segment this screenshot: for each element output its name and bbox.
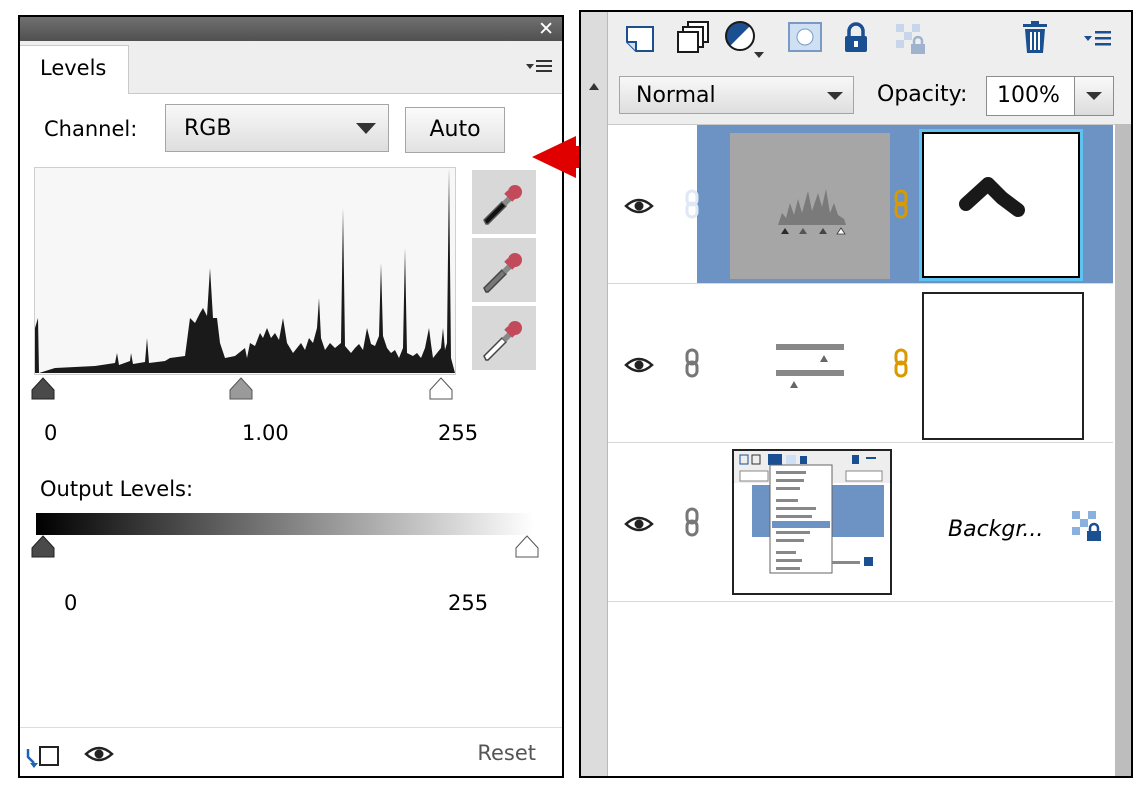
output-black-value[interactable]: 0 <box>64 591 77 615</box>
blend-mode-value: Normal <box>636 83 716 108</box>
histogram-shape <box>35 168 455 373</box>
input-gamma-value[interactable]: 1.00 <box>242 421 289 445</box>
collapse-bar[interactable] <box>581 12 608 776</box>
auto-button[interactable]: Auto <box>405 107 505 153</box>
input-white-value[interactable]: 255 <box>438 421 478 445</box>
layer-mask-thumbnail[interactable] <box>922 292 1084 440</box>
layer-row-adjustment[interactable] <box>608 284 1113 443</box>
black-point-eyedropper[interactable] <box>472 170 536 234</box>
link-icon[interactable] <box>685 189 699 223</box>
tab-levels[interactable]: Levels <box>20 45 129 94</box>
layer-row-background[interactable]: Backgr... <box>608 443 1113 602</box>
layer-mask-thumbnail[interactable] <box>919 129 1083 281</box>
reset-button[interactable]: Reset <box>477 741 536 765</box>
adjustment-layer-icon[interactable] <box>724 18 768 62</box>
channel-dropdown[interactable]: RGB <box>165 104 389 152</box>
link-icon[interactable] <box>685 507 699 541</box>
output-levels-label: Output Levels: <box>40 477 194 501</box>
close-icon[interactable]: ✕ <box>538 18 554 40</box>
tab-levels-label: Levels <box>40 56 107 80</box>
layer-name[interactable]: Backgr... <box>948 517 1043 542</box>
chevron-down-icon <box>827 92 843 100</box>
output-black-slider[interactable] <box>30 534 56 562</box>
chevron-down-icon <box>356 123 376 134</box>
eye-icon[interactable] <box>624 354 654 380</box>
opacity-dropdown-button[interactable] <box>1074 77 1113 115</box>
channel-value: RGB <box>184 116 232 141</box>
background-thumbnail[interactable] <box>732 449 892 595</box>
new-layer-icon[interactable] <box>624 22 656 58</box>
opacity-label: Opacity: <box>877 82 968 107</box>
panel-menu-icon[interactable] <box>1082 26 1114 54</box>
output-white-value[interactable]: 255 <box>448 591 488 615</box>
levels-panel: ✕ Levels Channel: RGB Auto 0 1.00 255 Ou… <box>18 15 564 778</box>
eye-icon[interactable] <box>624 513 654 539</box>
clip-to-layer-icon[interactable] <box>24 741 62 773</box>
white-point-eyedropper[interactable] <box>472 306 536 370</box>
lock-icon[interactable] <box>842 22 870 58</box>
visibility-eye-icon[interactable] <box>84 743 114 769</box>
output-white-slider[interactable] <box>514 534 540 562</box>
input-gamma-slider[interactable] <box>228 376 254 404</box>
input-black-slider[interactable] <box>30 376 56 404</box>
layer-row-levels[interactable] <box>608 125 1113 284</box>
lock-transparency-icon[interactable] <box>894 22 928 60</box>
panel-titlebar[interactable]: ✕ <box>20 17 562 41</box>
adjustment-icon <box>776 342 846 398</box>
gray-point-eyedropper[interactable] <box>472 238 536 302</box>
input-white-slider[interactable] <box>428 376 454 404</box>
trash-icon[interactable] <box>1020 20 1050 58</box>
opacity-value: 100% <box>997 83 1060 108</box>
channel-label: Channel: <box>44 117 138 141</box>
panel-menu-icon[interactable] <box>524 53 554 79</box>
link-icon[interactable] <box>685 348 699 382</box>
layers-toolbar <box>608 12 1131 68</box>
mask-link-icon[interactable] <box>894 348 908 382</box>
opacity-field[interactable]: 100% <box>986 76 1114 116</box>
blend-mode-dropdown[interactable]: Normal <box>619 76 854 114</box>
layers-panel: Normal Opacity: 100% Backgr... <box>579 10 1133 778</box>
mask-link-icon[interactable] <box>894 189 908 223</box>
input-black-value[interactable]: 0 <box>44 421 57 445</box>
footer-divider <box>20 727 562 728</box>
histogram <box>34 167 456 375</box>
scrollbar[interactable] <box>1115 124 1131 776</box>
layer-mask-icon[interactable] <box>788 22 822 56</box>
output-gradient-bar <box>36 513 534 535</box>
new-group-icon[interactable] <box>676 20 710 58</box>
levels-adjustment-thumbnail[interactable] <box>730 133 890 279</box>
eye-icon[interactable] <box>624 195 654 221</box>
chevron-down-icon <box>1086 92 1102 100</box>
lock-transparency-icon[interactable] <box>1070 509 1104 547</box>
